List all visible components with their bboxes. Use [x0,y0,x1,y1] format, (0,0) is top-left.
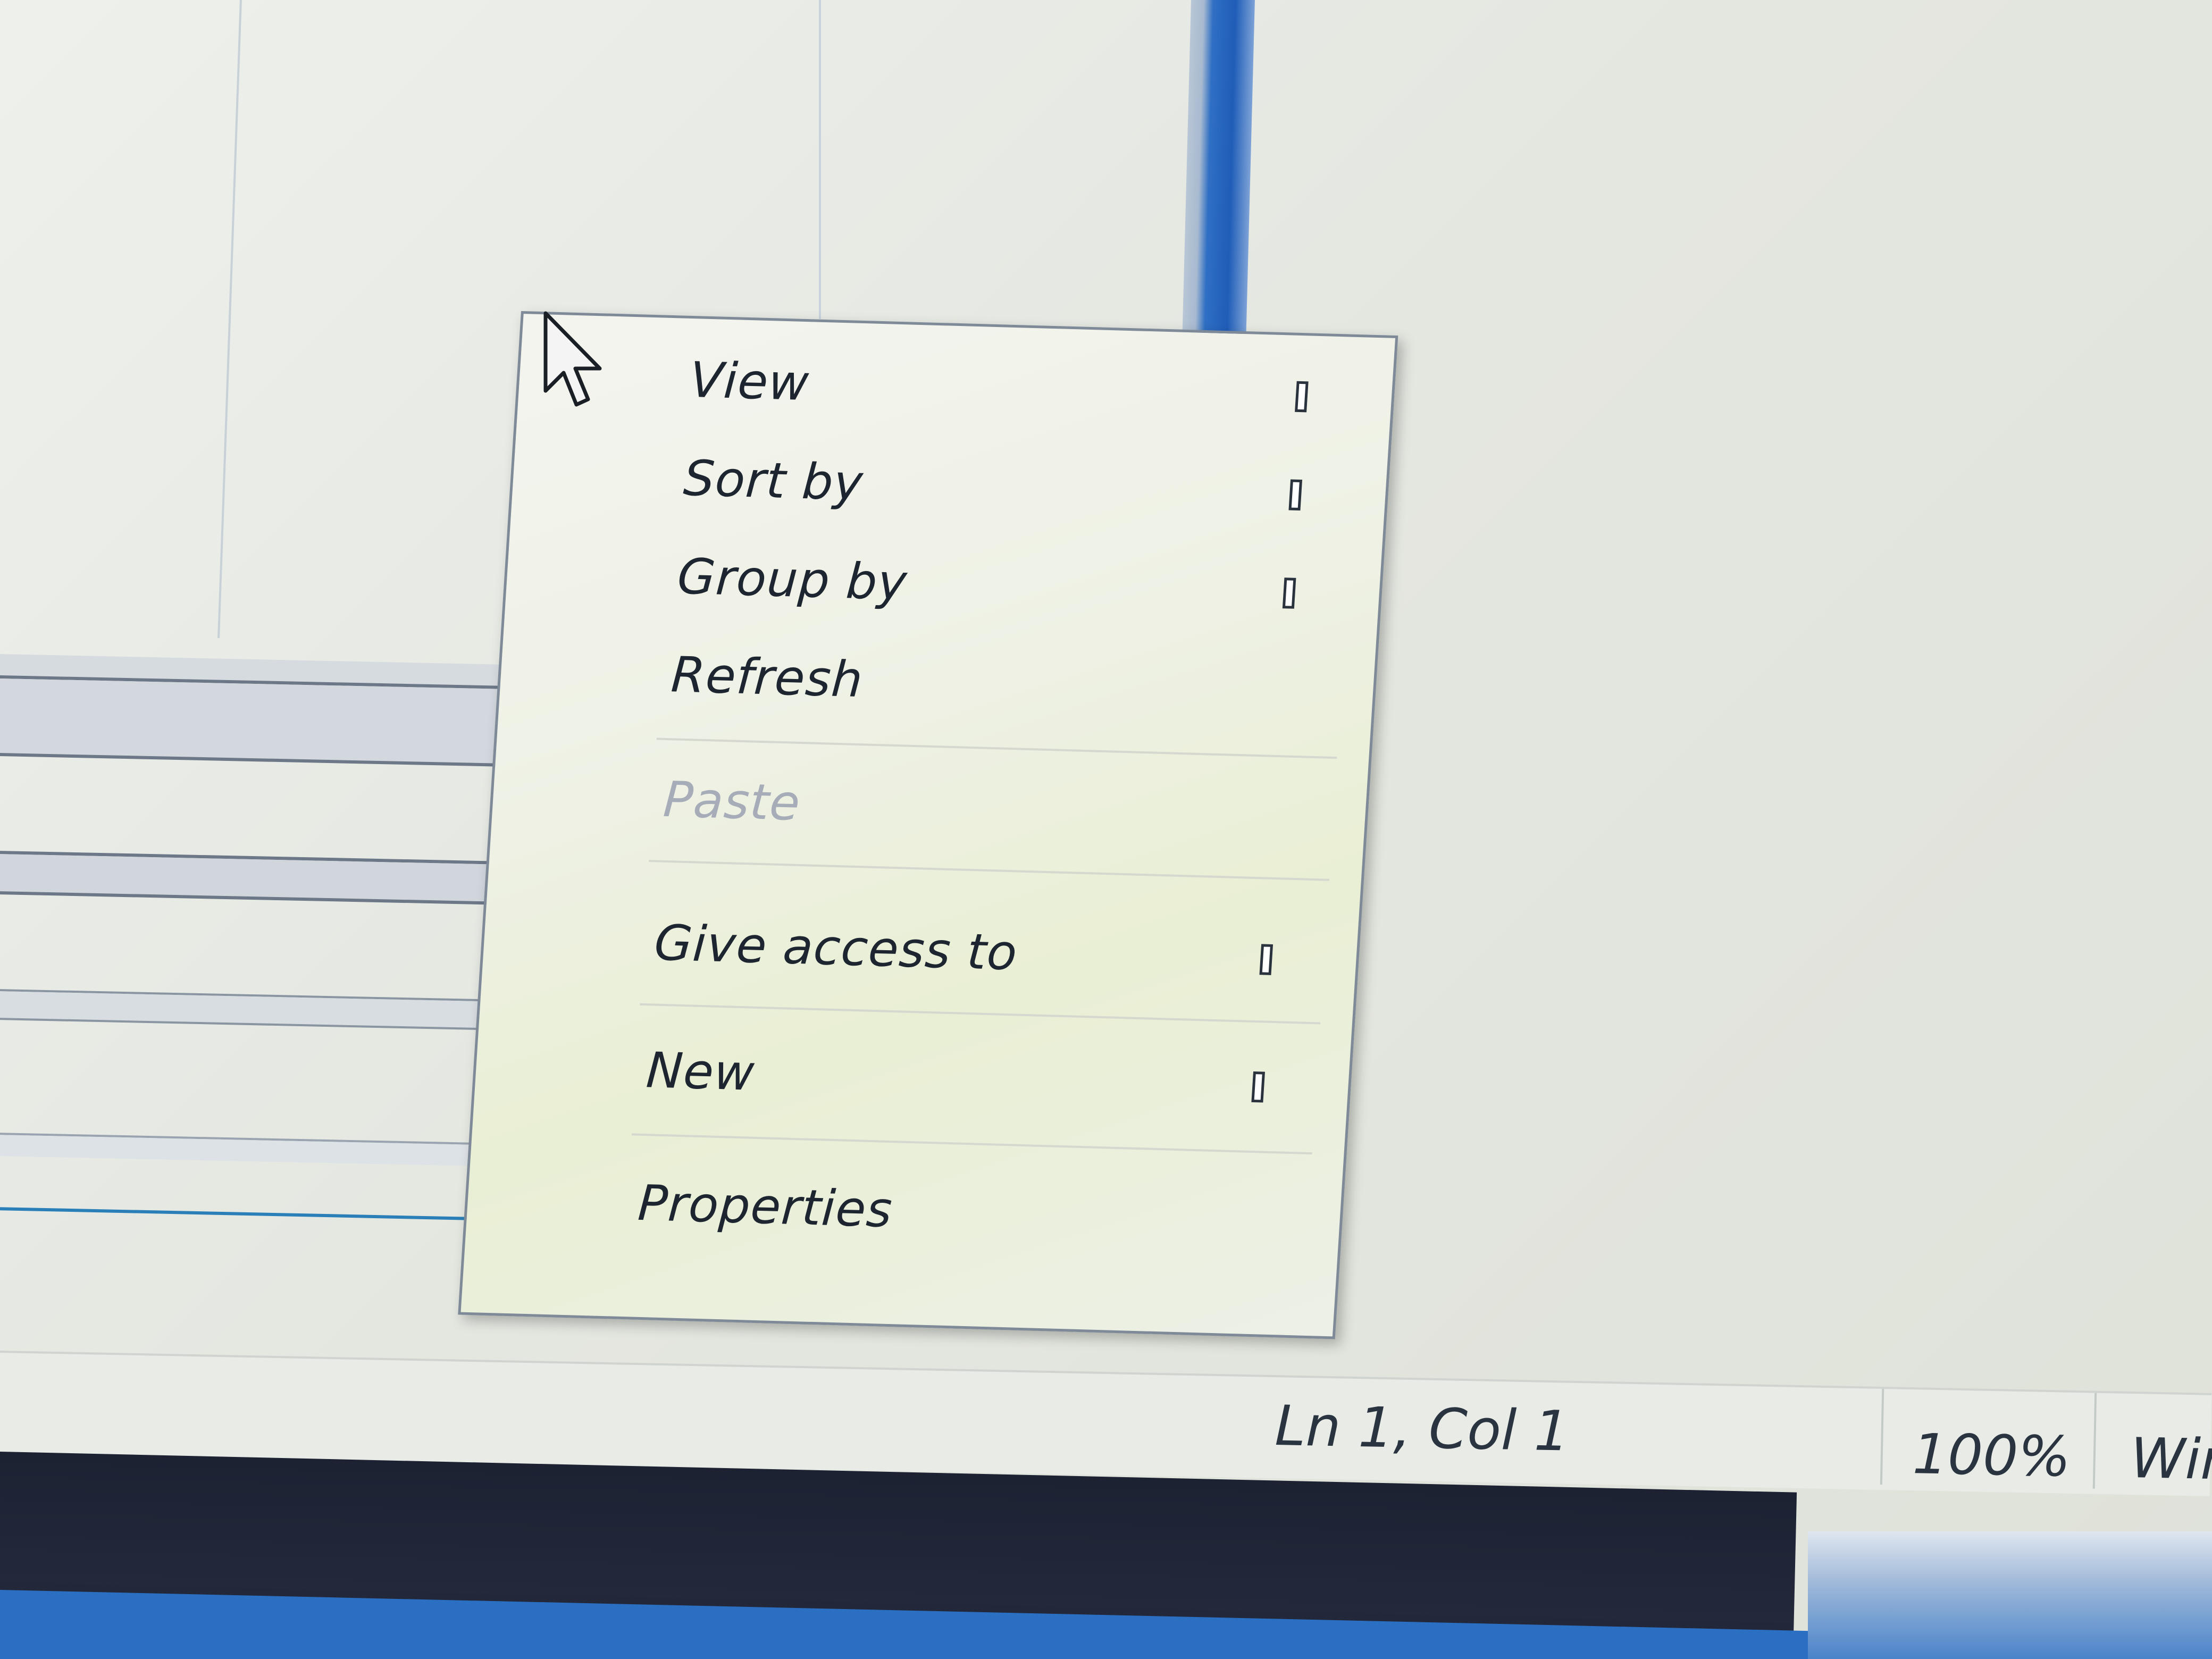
list-bottom-border [0,1206,510,1221]
file-list-panel [0,654,521,1266]
menu-item-refresh[interactable]: Refresh [498,624,1376,739]
submenu-arrow-icon [1295,381,1309,413]
menu-separator [631,1133,1312,1155]
submenu-arrow-icon [1251,1071,1266,1103]
desktop-scene: View Sort by Group by Refresh Paste Give… [0,0,2212,1659]
menu-separator [640,1003,1321,1025]
menu-item-view[interactable]: View [517,330,1394,445]
window-splitter[interactable] [1181,0,1255,372]
menu-item-sort-by[interactable]: Sort by [510,428,1388,543]
menu-item-paste[interactable]: Paste [490,749,1368,864]
menu-separator [656,738,1337,759]
zoom-level: 100% [1912,1421,2072,1489]
menu-item-label: New [644,1041,757,1102]
menu-item-group-by[interactable]: Group by [505,526,1382,641]
column-divider [819,0,821,319]
submenu-arrow-icon [1259,944,1273,975]
menu-item-label: Paste [661,770,802,832]
arrow-cursor-icon [543,311,602,407]
submenu-arrow-icon [1288,479,1303,511]
context-menu: View Sort by Group by Refresh Paste Give… [458,311,1398,1339]
pane-divider [217,0,242,638]
status-divider [1880,1388,1884,1485]
menu-item-label: Give access to [652,914,1019,981]
menu-item-label: Refresh [669,646,865,708]
line-ending-indicator: Win [2130,1425,2212,1493]
menu-item-label: Properties [636,1174,894,1238]
menu-item-new[interactable]: New [473,1020,1351,1135]
menu-item-label: Sort by [682,449,865,512]
menu-separator [649,860,1329,881]
menu-item-properties[interactable]: Properties [465,1153,1343,1268]
list-row[interactable] [0,678,521,764]
submenu-arrow-icon [1282,577,1296,609]
menu-item-label: Group by [675,547,909,611]
taskbar-tray[interactable] [1808,1531,2212,1659]
cursor-position: Ln 1, Col 1 [1274,1393,1570,1464]
menu-item-give-access-to[interactable]: Give access to [482,893,1359,1008]
status-divider [2092,1393,2097,1489]
menu-item-label: View [688,351,811,412]
